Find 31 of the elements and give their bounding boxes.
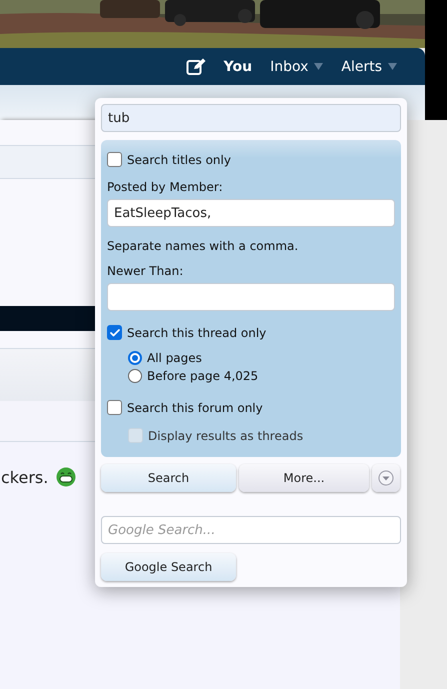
dropdown-button[interactable] [372,464,400,492]
google-search-button[interactable]: Google Search [101,553,236,581]
checkbox[interactable] [107,152,122,167]
google-search-field[interactable]: Google Search... [101,516,401,544]
checkbox-label: Search this forum only [127,400,263,414]
chevron-down-icon [378,470,394,486]
nav-link[interactable]: You [224,58,252,74]
hint-text: Separate names with a comma. [107,239,298,253]
post-text: ckers. [1,468,48,486]
nav-link[interactable]: Inbox [270,58,324,74]
member-field[interactable]: EatSleepTacos, [107,199,395,227]
search-field[interactable]: tub [101,104,401,132]
date-field[interactable] [107,283,395,311]
checkbox-label: Search this thread only [127,326,266,340]
caret-icon [388,63,397,70]
search-options-button[interactable]: More... [239,464,369,492]
edit-icon[interactable] [186,58,206,76]
search-options-button[interactable]: Search [101,464,236,492]
field-label: Newer Than: [107,264,184,278]
caret-icon [314,63,324,70]
checkbox-label: Display results as threads [148,428,304,442]
checkbox[interactable] [107,325,122,340]
grin-emoji-icon [56,467,76,487]
radio-button[interactable] [128,369,142,383]
radio-label: All pages [147,351,202,365]
checkbox-label: Search titles only [127,152,231,166]
radio-label: Before page 4,025 [147,369,258,383]
checkbox[interactable] [107,400,122,415]
field-label: Posted by Member: [107,180,223,194]
radio-button[interactable] [128,351,142,365]
nav-link[interactable]: Alerts [341,58,397,74]
